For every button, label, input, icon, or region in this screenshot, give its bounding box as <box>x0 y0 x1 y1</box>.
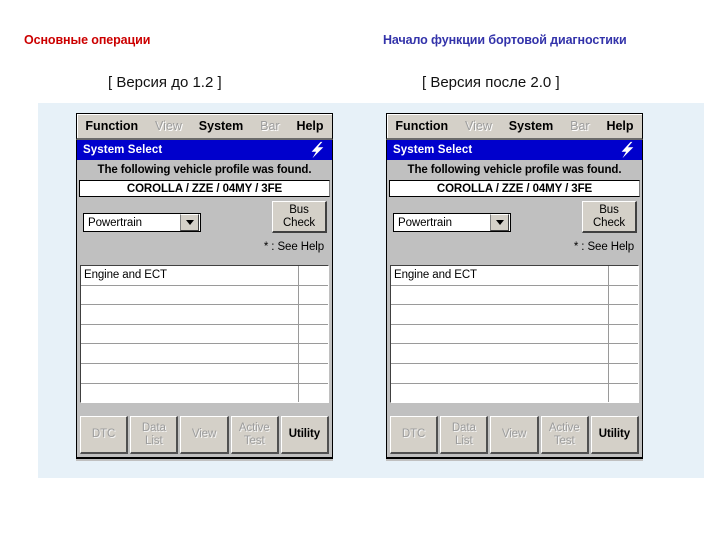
active-test-label-line2: Test <box>243 434 265 447</box>
view-button: View <box>490 416 539 454</box>
menu-item-bar: Bar <box>260 119 280 133</box>
view-button: View <box>180 416 229 454</box>
bus-check-label-line2: Check <box>592 216 626 229</box>
list-column-divider <box>298 266 299 402</box>
chevron-down-icon[interactable] <box>180 214 199 231</box>
chevron-down-icon[interactable] <box>490 214 509 231</box>
list-item[interactable] <box>81 325 328 345</box>
list-column-divider <box>608 266 609 402</box>
list-item[interactable] <box>81 364 328 384</box>
device-window-after: Function View System Bar Help System Sel… <box>386 113 643 461</box>
menu-bar: Function View System Bar Help <box>386 113 643 140</box>
bottom-toolbar: DTC Data List View Active Test Utility <box>80 416 330 454</box>
list-item[interactable] <box>391 384 638 402</box>
system-select-dropdown[interactable]: Powertrain <box>83 213 201 232</box>
menu-item-system[interactable]: System <box>197 119 245 133</box>
vehicle-profile-field: COROLLA / ZZE / 04MY / 3FE <box>389 180 640 197</box>
see-help-note: * : See Help <box>573 241 634 253</box>
section-heading-basic-operations: Основные операции <box>24 33 151 47</box>
menu-item-view: View <box>155 119 182 133</box>
device-window-before: Function View System Bar Help System Sel… <box>76 113 333 461</box>
version-captions-row: [ Версия до 1.2 ] [ Версия после 2.0 ] <box>0 74 720 98</box>
lightning-bolt-icon <box>621 141 634 159</box>
utility-label-line1: Utility <box>598 428 631 441</box>
menu-item-view: View <box>465 119 492 133</box>
headings-row: Основные операции Начало функции бортово… <box>0 33 720 53</box>
system-select-dropdown[interactable]: Powertrain <box>393 213 511 232</box>
list-item[interactable] <box>391 344 638 364</box>
list-item[interactable] <box>81 305 328 325</box>
lightning-bolt-icon <box>311 141 324 159</box>
data-list-label-line2: List <box>455 434 473 447</box>
list-item[interactable] <box>391 325 638 345</box>
list-item[interactable]: Engine and ECT <box>81 266 328 286</box>
vehicle-profile-field: COROLLA / ZZE / 04MY / 3FE <box>79 180 330 197</box>
system-select-row: Powertrain Bus Check * : See Help <box>77 197 332 253</box>
menu-item-system[interactable]: System <box>507 119 555 133</box>
menu-item-function[interactable]: Function <box>83 119 140 133</box>
active-test-label-line2: Test <box>553 434 575 447</box>
list-item[interactable] <box>391 286 638 306</box>
window-title: System Select <box>83 144 163 156</box>
dtc-button: DTC <box>80 416 129 454</box>
active-test-label-line1: Active <box>238 422 270 434</box>
active-test-button: Active Test <box>540 416 589 454</box>
system-select-value: Powertrain <box>88 216 142 229</box>
system-list[interactable]: Engine and ECT <box>80 265 329 403</box>
vehicle-profile-message: The following vehicle profile was found. <box>97 164 312 176</box>
view-label-line1: View <box>501 428 527 441</box>
menu-item-help[interactable]: Help <box>294 119 325 133</box>
data-list-label-line2: List <box>145 434 163 447</box>
data-list-label-line1: Data <box>451 422 476 434</box>
window-title: System Select <box>393 144 473 156</box>
dtc-label-line1: DTC <box>91 428 116 441</box>
section-heading-obd-start: Начало функции бортовой диагностики <box>383 33 627 47</box>
bus-check-button[interactable]: Bus Check <box>582 201 637 233</box>
window-body: The following vehicle profile was found.… <box>386 160 643 459</box>
list-item-label: Engine and ECT <box>84 269 167 282</box>
active-test-button: Active Test <box>230 416 279 454</box>
data-list-button: Data List <box>130 416 179 454</box>
system-select-row: Powertrain Bus Check * : See Help <box>387 197 642 253</box>
data-list-button: Data List <box>440 416 489 454</box>
active-test-label-line1: Active <box>548 422 580 434</box>
menu-item-help[interactable]: Help <box>604 119 635 133</box>
bus-check-button[interactable]: Bus Check <box>272 201 327 233</box>
version-caption-after: [ Версия после 2.0 ] <box>422 74 560 91</box>
system-select-value: Powertrain <box>398 216 452 229</box>
bus-check-label-line1: Bus <box>599 203 619 216</box>
list-item[interactable] <box>81 384 328 402</box>
utility-button[interactable]: Utility <box>590 416 640 454</box>
list-item[interactable] <box>391 305 638 325</box>
dtc-label-line1: DTC <box>401 428 426 441</box>
view-label-line1: View <box>191 428 217 441</box>
see-help-note: * : See Help <box>263 241 324 253</box>
list-item[interactable] <box>391 364 638 384</box>
menu-item-function[interactable]: Function <box>393 119 450 133</box>
window-body: The following vehicle profile was found.… <box>76 160 333 459</box>
utility-button[interactable]: Utility <box>280 416 330 454</box>
list-item[interactable] <box>81 286 328 306</box>
menu-bar: Function View System Bar Help <box>76 113 333 140</box>
bus-check-label-line2: Check <box>282 216 316 229</box>
window-title-bar: System Select <box>76 140 333 160</box>
window-title-bar: System Select <box>386 140 643 160</box>
list-item[interactable] <box>81 344 328 364</box>
vehicle-profile-message: The following vehicle profile was found. <box>407 164 622 176</box>
list-item-label: Engine and ECT <box>394 269 477 282</box>
menu-item-bar: Bar <box>570 119 590 133</box>
bottom-toolbar: DTC Data List View Active Test Utility <box>390 416 640 454</box>
dtc-button: DTC <box>390 416 439 454</box>
version-caption-before: [ Версия до 1.2 ] <box>108 74 222 91</box>
data-list-label-line1: Data <box>141 422 166 434</box>
list-item[interactable]: Engine and ECT <box>391 266 638 286</box>
system-list[interactable]: Engine and ECT <box>390 265 639 403</box>
utility-label-line1: Utility <box>288 428 321 441</box>
bus-check-label-line1: Bus <box>289 203 309 216</box>
